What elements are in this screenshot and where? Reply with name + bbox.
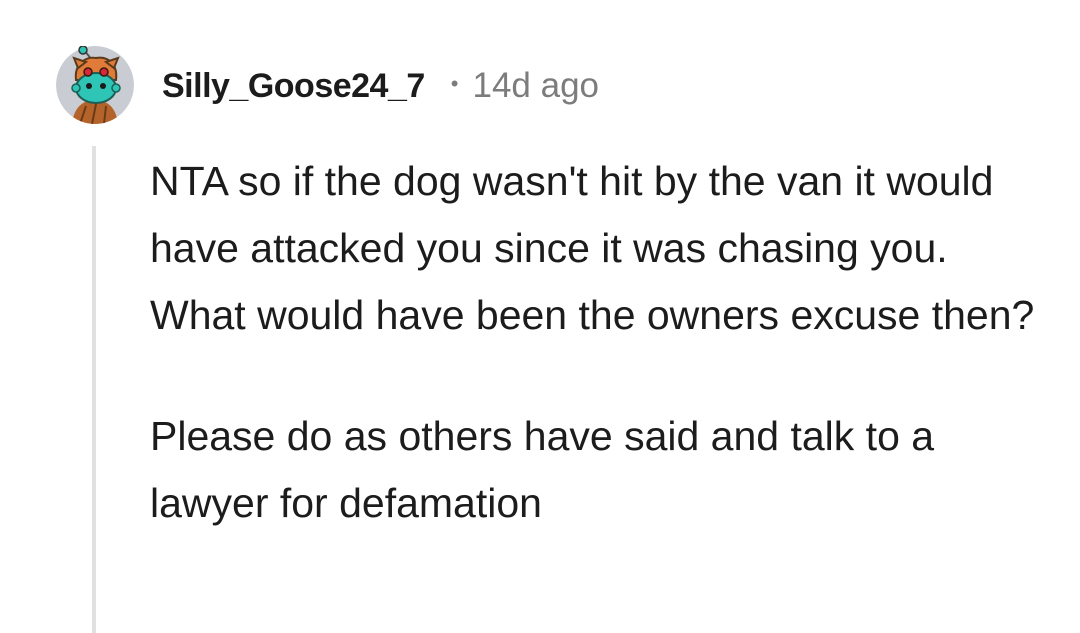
- snoo-avatar-icon: [56, 45, 134, 124]
- thread-collapse-line[interactable]: [92, 146, 96, 633]
- comment: Silly_Goose24_7 • 14d ago NTA so if the …: [0, 0, 1080, 633]
- comment-body: NTA so if the dog wasn't hit by the van …: [150, 148, 1050, 537]
- comment-header: Silly_Goose24_7 • 14d ago: [162, 62, 599, 110]
- comment-timestamp[interactable]: 14d ago: [472, 66, 599, 106]
- comment-paragraph: NTA so if the dog wasn't hit by the van …: [150, 158, 1035, 338]
- meta-separator: •: [450, 71, 459, 96]
- author-username[interactable]: Silly_Goose24_7: [162, 67, 425, 106]
- user-avatar[interactable]: [56, 45, 134, 124]
- comment-paragraph: Please do as others have said and talk t…: [150, 413, 935, 526]
